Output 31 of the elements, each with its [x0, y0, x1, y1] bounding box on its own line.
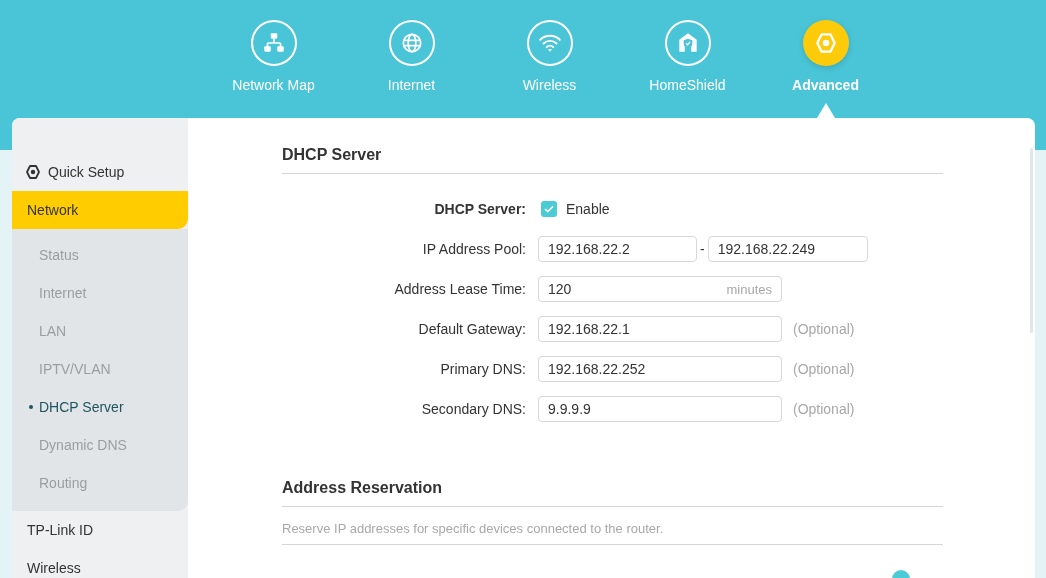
optional-note: (Optional) — [793, 361, 855, 377]
sidebar-item[interactable]: TP-Link ID — [12, 511, 188, 549]
input-field[interactable]: 192.168.22.1 — [538, 316, 782, 342]
sidebar-item[interactable]: Wireless — [12, 549, 188, 578]
field-label: IP Address Pool: — [421, 241, 526, 257]
submenu-item[interactable]: DHCP Server — [12, 388, 188, 426]
checkbox[interactable] — [541, 201, 557, 217]
field-label: Secondary DNS: — [420, 401, 526, 417]
input-field[interactable]: 192.168.22.252 — [538, 356, 782, 382]
bullet-dot — [29, 405, 33, 409]
sidebar-label: Quick Setup — [48, 164, 125, 180]
unit-label: minutes — [726, 281, 772, 297]
input-field[interactable]: 120 minutes — [538, 276, 782, 302]
sidebar-item[interactable]: Quick Setup — [12, 153, 188, 191]
optional-note: (Optional) — [793, 321, 855, 337]
section-title: Address Reservation — [282, 479, 943, 507]
field-label: DHCP Server: — [433, 201, 526, 217]
checkmark-icon — [544, 205, 554, 213]
input-field[interactable]: 192.168.22.2 — [538, 236, 697, 262]
gear-icon — [24, 163, 42, 181]
input-field[interactable]: 9.9.9.9 — [538, 396, 782, 422]
section-title: DHCP Server — [282, 146, 943, 174]
section-description: Reserve IP addresses for specific devices connected to the router. — [282, 507, 943, 545]
field-label: Default Gateway: — [417, 321, 526, 337]
input-field[interactable]: 192.168.22.249 — [707, 236, 868, 262]
range-separator: - — [700, 241, 705, 257]
field-label: Address Lease Time: — [393, 281, 526, 297]
field-label: Primary DNS: — [439, 361, 526, 377]
sidebar-item[interactable]: Network — [12, 191, 188, 229]
optional-note: (Optional) — [793, 401, 855, 417]
checkbox-label: Enable — [566, 201, 610, 217]
